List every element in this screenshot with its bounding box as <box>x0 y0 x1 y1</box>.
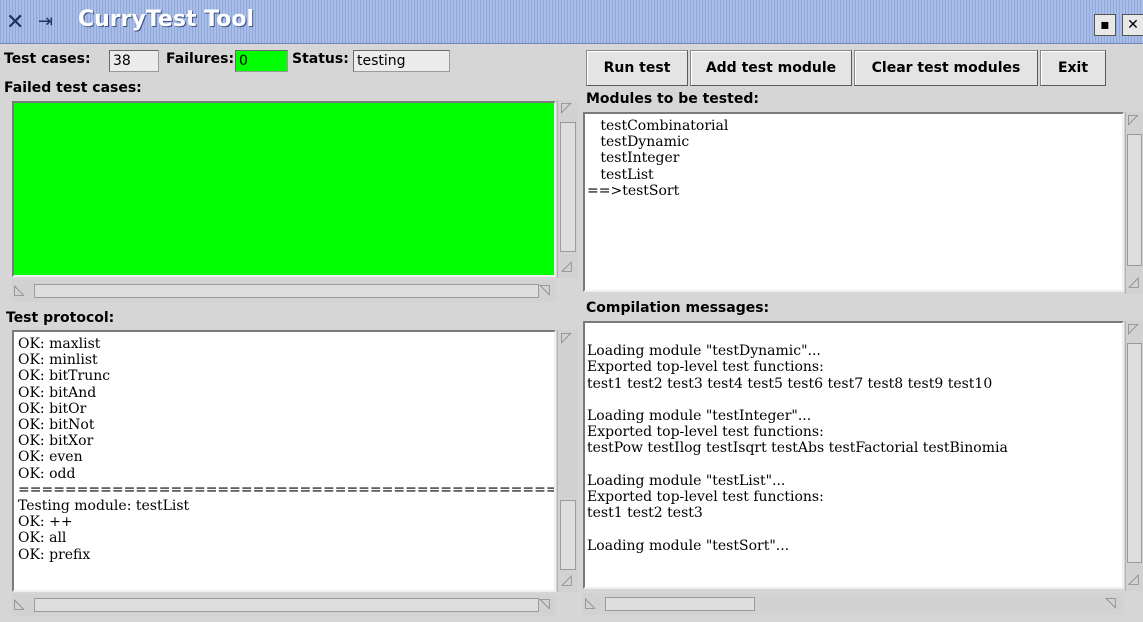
x-icon[interactable]: ✕ <box>6 10 24 35</box>
protocol-line: OK: bitOr <box>18 400 87 417</box>
scrollbar-thumb[interactable] <box>1127 134 1142 266</box>
close-button[interactable]: ✕ <box>1122 14 1143 36</box>
protocol-line: OK: bitTrunc <box>18 368 111 385</box>
compilation-line: Exported top-level test functions: <box>587 489 824 506</box>
module-item: testList <box>587 166 654 183</box>
protocol-line: OK: bitXor <box>18 433 94 450</box>
protocol-line: OK: minlist <box>18 352 98 369</box>
module-items: testCombinatorial testDynamic testIntege… <box>587 118 728 199</box>
title-bar: ✕ ⇥ CurryTest Tool ▪ ✕ <box>0 0 1143 44</box>
protocol-line: OK: even <box>18 449 83 466</box>
scrollbar-thumb[interactable] <box>34 284 539 298</box>
protocol-line: ========================================… <box>18 481 554 498</box>
test-cases-label: Test cases: <box>4 51 91 67</box>
protocol-line: Testing module: testList <box>18 498 190 515</box>
protocol-line: OK: all <box>18 530 67 547</box>
clear-test-modules-button[interactable]: Clear test modules <box>854 50 1038 86</box>
scroll-down-arrow-icon[interactable]: ◿ <box>1128 571 1139 587</box>
compilation-line: test1 test2 test3 test4 test5 test6 test… <box>587 375 993 392</box>
scroll-left-arrow-icon[interactable]: ◺ <box>14 596 25 612</box>
scroll-up-arrow-icon[interactable]: ◸ <box>1128 112 1139 128</box>
scroll-up-arrow-icon[interactable]: ◸ <box>1128 321 1139 337</box>
protocol-line: OK: odd <box>18 465 76 482</box>
scroll-right-arrow-icon[interactable]: ◹ <box>539 282 550 298</box>
protocol-line: OK: ++ <box>18 514 73 531</box>
failed-horizontal-scrollbar[interactable]: ◺ ◹ <box>12 280 556 302</box>
compilation-line <box>587 327 1008 343</box>
test-protocol-log[interactable]: OK: maxlist OK: minlist OK: bitTrunc OK: bi… <box>12 330 556 592</box>
compilation-horizontal-scrollbar[interactable]: ◺ ◹ <box>583 593 1124 615</box>
scrollbar-thumb[interactable] <box>34 598 539 612</box>
add-test-module-button[interactable]: Add test module <box>690 50 852 86</box>
run-test-button[interactable]: Run test <box>586 50 688 86</box>
compilation-messages-label: Compilation messages: <box>586 300 770 316</box>
status-field: testing <box>353 50 450 72</box>
compilation-line: Loading module "testDynamic"... <box>587 343 821 360</box>
module-item: testInteger <box>587 150 680 167</box>
protocol-line: OK: bitAnd <box>18 384 97 401</box>
modules-list[interactable]: testCombinatorial testDynamic testIntege… <box>583 112 1124 292</box>
protocol-vertical-scrollbar[interactable]: ◸ ◿ <box>557 330 578 592</box>
compilation-line <box>587 457 1008 473</box>
compilation-messages-log[interactable]: Loading module "testDynamic"... Exported … <box>583 321 1124 589</box>
failed-vertical-scrollbar[interactable]: ◸ ◿ <box>557 100 578 278</box>
scroll-left-arrow-icon[interactable]: ◺ <box>585 595 596 611</box>
status-label: Status: <box>292 51 349 67</box>
compilation-vertical-scrollbar[interactable]: ◸ ◿ <box>1125 321 1143 591</box>
modules-vertical-scrollbar[interactable]: ◸ ◿ <box>1125 112 1143 294</box>
protocol-line: OK: prefix <box>18 546 91 563</box>
compilation-line: test1 test2 test3 <box>587 505 703 522</box>
scroll-down-arrow-icon[interactable]: ◿ <box>1128 274 1139 290</box>
scroll-right-arrow-icon[interactable]: ◹ <box>1105 595 1116 611</box>
compilation-line: testPow testIlog testIsqrt testAbs testF… <box>587 440 1008 457</box>
failures-label: Failures: <box>166 51 235 67</box>
compilation-line: Loading module "testInteger"... <box>587 408 812 425</box>
test-cases-field: 38 <box>109 50 159 72</box>
failed-test-cases-label: Failed test cases: <box>4 80 142 96</box>
compilation-line: Loading module "testSort"... <box>587 537 790 554</box>
module-item: ==>testSort <box>587 182 680 199</box>
scroll-up-arrow-icon[interactable]: ◸ <box>561 100 572 116</box>
module-item: testDynamic <box>587 134 690 151</box>
protocol-horizontal-scrollbar[interactable]: ◺ ◹ <box>12 594 556 616</box>
scroll-down-arrow-icon[interactable]: ◿ <box>561 258 572 274</box>
scrollbar-thumb[interactable] <box>560 500 576 570</box>
scrollbar-thumb[interactable] <box>605 597 755 611</box>
compilation-line: Exported top-level test functions: <box>587 424 824 441</box>
modules-label: Modules to be tested: <box>586 91 759 107</box>
scroll-up-arrow-icon[interactable]: ◸ <box>561 330 572 346</box>
scroll-down-arrow-icon[interactable]: ◿ <box>561 572 572 588</box>
scroll-right-arrow-icon[interactable]: ◹ <box>539 596 550 612</box>
pin-icon[interactable]: ⇥ <box>38 11 53 32</box>
window-title: CurryTest Tool <box>78 7 254 32</box>
scroll-left-arrow-icon[interactable]: ◺ <box>14 282 25 298</box>
failures-field: 0 <box>235 50 288 72</box>
scrollbar-thumb[interactable] <box>560 122 576 252</box>
failed-test-cases-list[interactable] <box>12 101 556 277</box>
compilation-line: Loading module "testList"... <box>587 472 786 489</box>
compilation-lines: Loading module "testDynamic"... Exported … <box>587 327 1008 554</box>
protocol-line: OK: bitNot <box>18 417 95 434</box>
compilation-line <box>587 392 1008 408</box>
module-item: testCombinatorial <box>587 118 729 134</box>
test-protocol-label: Test protocol: <box>6 310 115 326</box>
compilation-line <box>587 521 1008 537</box>
compilation-line: Exported top-level test functions: <box>587 359 824 376</box>
minimize-button[interactable]: ▪ <box>1094 14 1116 36</box>
protocol-lines: OK: maxlist OK: minlist OK: bitTrunc OK: bi… <box>18 336 554 563</box>
scrollbar-thumb[interactable] <box>1127 343 1142 563</box>
exit-button[interactable]: Exit <box>1040 50 1106 86</box>
protocol-line: OK: maxlist <box>18 336 101 352</box>
